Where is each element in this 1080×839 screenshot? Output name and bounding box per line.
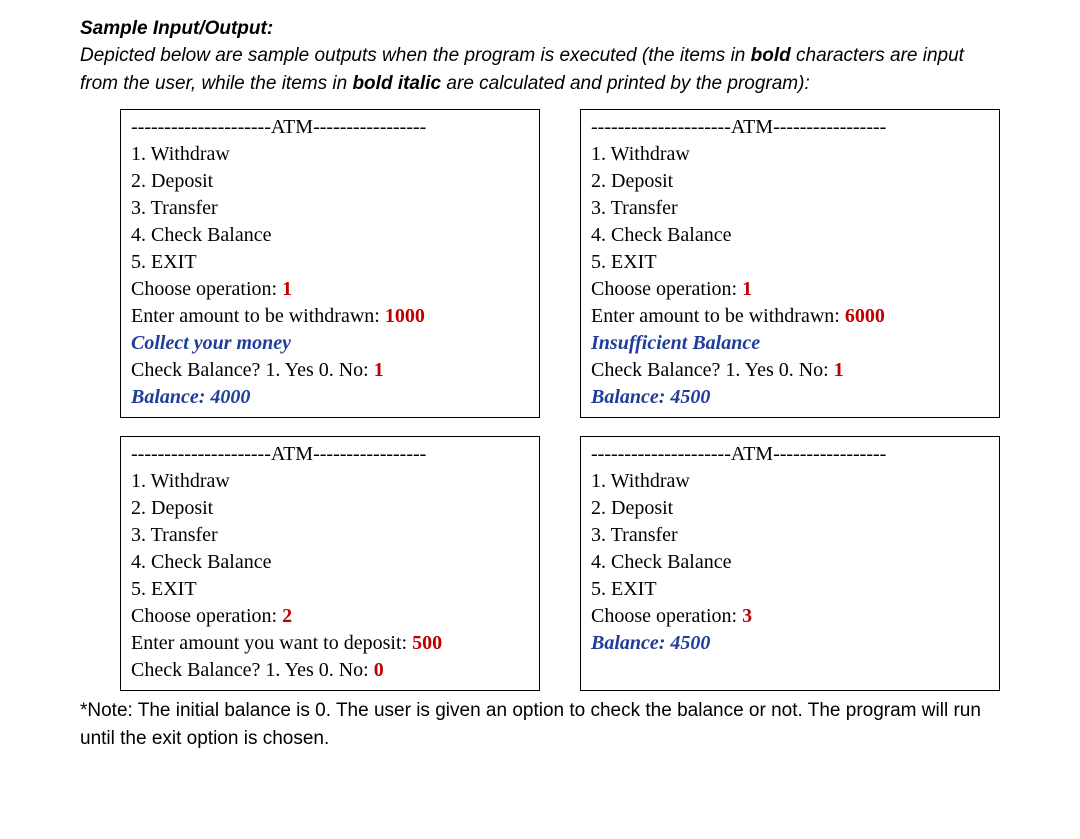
intro-text-3: are calculated and printed by the progra… bbox=[441, 73, 810, 94]
user-checkbal: 1 bbox=[834, 359, 844, 381]
intro-text-1: Depicted below are sample outputs when t… bbox=[80, 45, 751, 66]
user-choice: 1 bbox=[742, 278, 752, 300]
menu-item: 4. Check Balance bbox=[131, 222, 529, 249]
choose-label: Choose operation: bbox=[131, 605, 282, 627]
program-message: Collect your money bbox=[131, 330, 529, 357]
atm-header: ---------------------ATM----------------… bbox=[131, 441, 529, 468]
user-choice: 3 bbox=[742, 605, 752, 627]
menu-item: 5. EXIT bbox=[591, 249, 989, 276]
menu-item: 1. Withdraw bbox=[131, 141, 529, 168]
checkbal-line: Check Balance? 1. Yes 0. No: 0 bbox=[131, 657, 529, 684]
intro-bold-1: bold bbox=[751, 45, 791, 66]
user-choice: 1 bbox=[282, 278, 292, 300]
menu-item: 2. Deposit bbox=[591, 168, 989, 195]
checkbal-label: Check Balance? 1. Yes 0. No: bbox=[131, 359, 374, 381]
output-box-3: ---------------------ATM----------------… bbox=[120, 436, 540, 691]
menu-item: 1. Withdraw bbox=[131, 468, 529, 495]
amount-label: Enter amount to be withdrawn: bbox=[131, 305, 385, 327]
menu-item: 4. Check Balance bbox=[131, 549, 529, 576]
program-message: Insufficient Balance bbox=[591, 330, 989, 357]
menu-item: 2. Deposit bbox=[591, 495, 989, 522]
menu-item: 5. EXIT bbox=[131, 249, 529, 276]
section-heading: Sample Input/Output: bbox=[80, 18, 1000, 40]
menu-item: 3. Transfer bbox=[131, 522, 529, 549]
output-box-1: ---------------------ATM----------------… bbox=[120, 109, 540, 418]
choose-label: Choose operation: bbox=[131, 278, 282, 300]
checkbal-line: Check Balance? 1. Yes 0. No: 1 bbox=[131, 357, 529, 384]
amount-line: Enter amount to be withdrawn: 6000 bbox=[591, 303, 989, 330]
checkbal-line: Check Balance? 1. Yes 0. No: 1 bbox=[591, 357, 989, 384]
menu-item: 2. Deposit bbox=[131, 168, 529, 195]
menu-item: 3. Transfer bbox=[131, 195, 529, 222]
user-choice: 2 bbox=[282, 605, 292, 627]
output-grid: ---------------------ATM----------------… bbox=[120, 109, 1000, 691]
user-checkbal: 0 bbox=[374, 659, 384, 681]
choose-line: Choose operation: 1 bbox=[591, 276, 989, 303]
menu-item: 2. Deposit bbox=[131, 495, 529, 522]
balance-output: Balance: 4500 bbox=[591, 384, 989, 411]
balance-output: Balance: 4500 bbox=[591, 630, 989, 657]
choose-line: Choose operation: 2 bbox=[131, 603, 529, 630]
menu-item: 5. EXIT bbox=[591, 576, 989, 603]
atm-header: ---------------------ATM----------------… bbox=[591, 441, 989, 468]
amount-line: Enter amount you want to deposit: 500 bbox=[131, 630, 529, 657]
menu-item: 4. Check Balance bbox=[591, 222, 989, 249]
checkbal-label: Check Balance? 1. Yes 0. No: bbox=[131, 659, 374, 681]
choose-line: Choose operation: 3 bbox=[591, 603, 989, 630]
menu-item: 1. Withdraw bbox=[591, 468, 989, 495]
amount-label: Enter amount you want to deposit: bbox=[131, 632, 412, 654]
intro-paragraph: Depicted below are sample outputs when t… bbox=[80, 42, 1000, 97]
balance-output: Balance: 4000 bbox=[131, 384, 529, 411]
amount-line: Enter amount to be withdrawn: 1000 bbox=[131, 303, 529, 330]
menu-item: 5. EXIT bbox=[131, 576, 529, 603]
menu-item: 4. Check Balance bbox=[591, 549, 989, 576]
amount-label: Enter amount to be withdrawn: bbox=[591, 305, 845, 327]
user-amount: 500 bbox=[412, 632, 442, 654]
user-amount: 6000 bbox=[845, 305, 885, 327]
user-checkbal: 1 bbox=[374, 359, 384, 381]
intro-bold-italic: bold italic bbox=[352, 73, 441, 94]
atm-header: ---------------------ATM----------------… bbox=[131, 114, 529, 141]
footnote: *Note: The initial balance is 0. The use… bbox=[80, 697, 1000, 752]
checkbal-label: Check Balance? 1. Yes 0. No: bbox=[591, 359, 834, 381]
menu-item: 3. Transfer bbox=[591, 522, 989, 549]
user-amount: 1000 bbox=[385, 305, 425, 327]
atm-header: ---------------------ATM----------------… bbox=[591, 114, 989, 141]
choose-line: Choose operation: 1 bbox=[131, 276, 529, 303]
menu-item: 3. Transfer bbox=[591, 195, 989, 222]
output-box-4: ---------------------ATM----------------… bbox=[580, 436, 1000, 691]
menu-item: 1. Withdraw bbox=[591, 141, 989, 168]
output-box-2: ---------------------ATM----------------… bbox=[580, 109, 1000, 418]
choose-label: Choose operation: bbox=[591, 605, 742, 627]
choose-label: Choose operation: bbox=[591, 278, 742, 300]
